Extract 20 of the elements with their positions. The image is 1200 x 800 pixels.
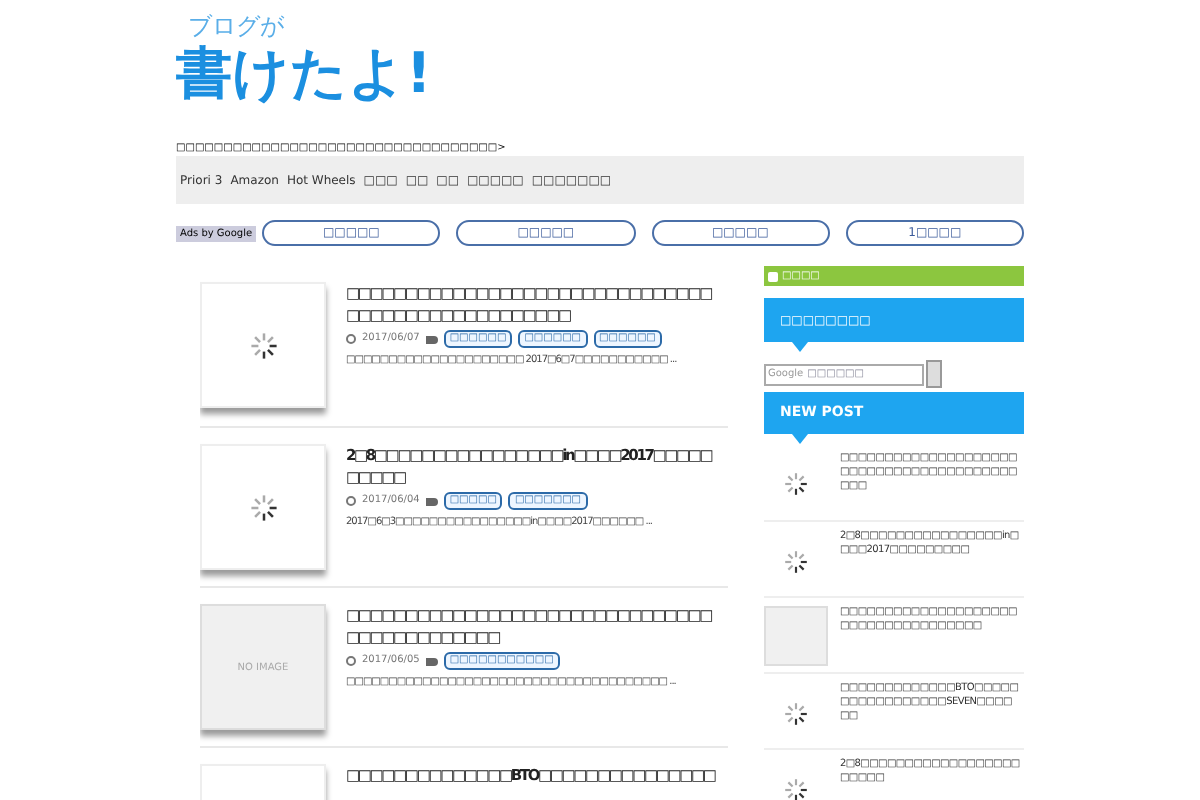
logo-subtitle: ブログが — [186, 12, 284, 40]
heading-pointer-icon — [792, 342, 808, 352]
tag-icon — [425, 335, 438, 343]
loading-spinner-icon — [784, 702, 808, 726]
loading-spinner-icon — [249, 331, 277, 359]
rss-icon — [768, 271, 778, 281]
loading-spinner-icon — [784, 472, 808, 496]
thumbnail[interactable] — [764, 606, 828, 666]
clock-icon — [346, 496, 356, 506]
tag-icon — [425, 497, 438, 505]
thumbnail[interactable] — [200, 444, 326, 570]
loading-spinner-icon — [249, 493, 277, 521]
tag-icon — [425, 657, 438, 665]
thumbnail[interactable] — [200, 282, 326, 408]
heading-pointer-icon — [792, 434, 808, 444]
loading-spinner-icon — [784, 550, 808, 574]
loading-spinner-icon — [784, 778, 808, 800]
clock-icon — [346, 656, 356, 666]
clock-icon — [346, 334, 356, 344]
search-button[interactable] — [926, 360, 942, 388]
